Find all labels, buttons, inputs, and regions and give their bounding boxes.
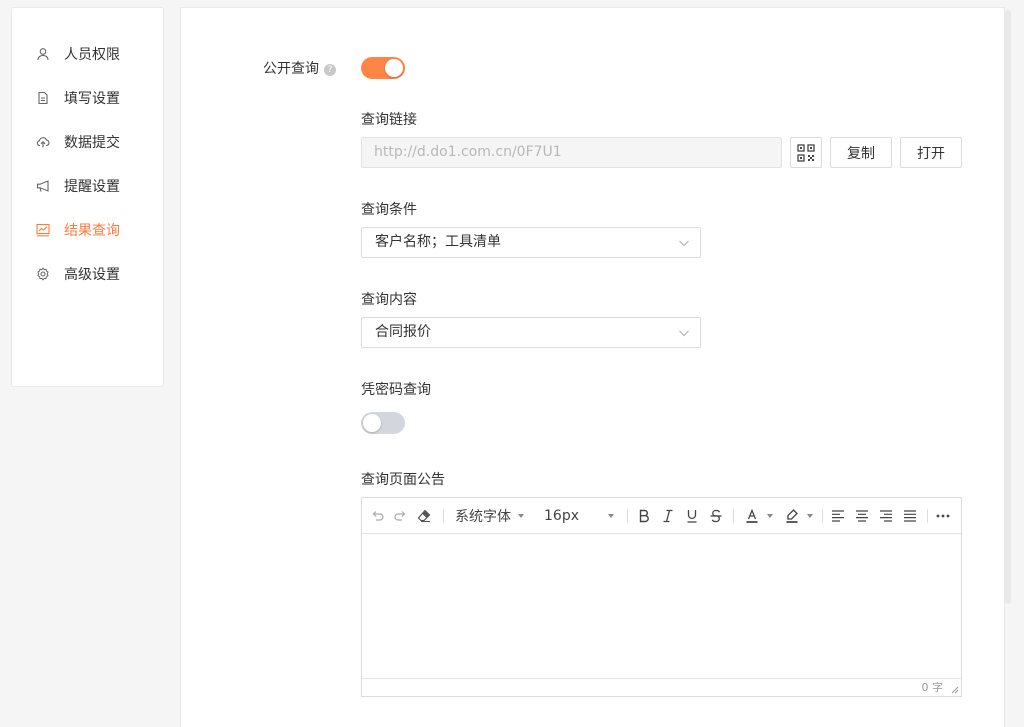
sidebar-item-advanced[interactable]: 高级设置	[36, 262, 120, 286]
highlighter-icon	[786, 509, 798, 523]
char-count: 0 字	[921, 681, 944, 694]
query-conditions-label: 查询条件	[361, 202, 417, 218]
sidebar-item-data-submit[interactable]: 数据提交	[36, 130, 120, 154]
qr-code-icon	[797, 143, 815, 162]
sidebar-item-label: 高级设置	[64, 267, 120, 283]
align-right-button[interactable]	[878, 507, 894, 525]
password-query-toggle[interactable]	[361, 412, 405, 434]
toolbar-divider	[733, 509, 734, 523]
underline-button[interactable]	[684, 507, 700, 525]
align-center-button[interactable]	[854, 507, 870, 525]
public-query-label-text: 公开查询	[263, 61, 319, 77]
public-query-toggle[interactable]	[361, 57, 405, 79]
toolbar-divider	[927, 509, 928, 523]
toolbar-divider	[627, 509, 628, 523]
chart-monitor-icon	[36, 223, 50, 237]
sidebar-item-label: 结果查询	[64, 223, 120, 239]
strikethrough-button[interactable]	[708, 507, 724, 525]
font-color-icon	[746, 508, 757, 523]
sidebar-item-label: 人员权限	[64, 47, 120, 63]
chevron-down-icon	[679, 240, 689, 247]
help-icon[interactable]: ?	[324, 64, 336, 76]
toggle-knob	[385, 59, 403, 77]
align-justify-icon	[904, 510, 916, 522]
font-family-select[interactable]: 系统字体	[455, 507, 524, 525]
align-left-icon	[832, 510, 844, 522]
user-icon	[36, 47, 50, 61]
font-size-select[interactable]: 16px	[544, 507, 614, 525]
sidebar-item-permissions[interactable]: 人员权限	[36, 42, 120, 66]
align-left-button[interactable]	[830, 507, 846, 525]
sidebar-item-result-query[interactable]: 结果查询	[36, 218, 120, 242]
caret-down-icon	[518, 514, 524, 518]
settings-sidebar: 人员权限 填写设置 数据提交 提醒设置 结果查询 高级设置	[11, 7, 164, 387]
highlight-color-button[interactable]	[782, 507, 814, 525]
font-family-value: 系统字体	[455, 509, 511, 525]
editor-toolbar: 系统字体 16px	[362, 498, 961, 534]
redo-button[interactable]	[392, 507, 408, 525]
announcement-label: 查询页面公告	[361, 472, 445, 488]
sidebar-item-label: 填写设置	[64, 91, 120, 107]
scrollbar-thumb[interactable]	[1005, 10, 1011, 604]
query-content-label: 查询内容	[361, 292, 417, 308]
query-link-field[interactable]: http://d.do1.com.cn/0F7U1	[361, 137, 782, 168]
copy-button[interactable]: 复制	[830, 137, 892, 168]
editor-content-area[interactable]	[362, 535, 961, 678]
qr-code-button[interactable]	[790, 137, 822, 168]
sidebar-item-label: 数据提交	[64, 135, 120, 151]
justify-button[interactable]	[902, 507, 918, 525]
eraser-icon	[417, 509, 431, 523]
bold-button[interactable]	[636, 507, 652, 525]
undo-button[interactable]	[370, 507, 386, 525]
resize-handle-icon[interactable]	[951, 686, 959, 694]
align-right-icon	[880, 510, 892, 522]
toolbar-divider	[443, 509, 444, 523]
password-query-label: 凭密码查询	[361, 382, 431, 398]
sidebar-item-reminders[interactable]: 提醒设置	[36, 174, 120, 198]
public-query-label: 公开查询?	[263, 58, 336, 78]
editor-footer: 0 字	[362, 678, 961, 696]
query-conditions-value: 客户名称；工具清单	[375, 234, 501, 250]
gear-icon	[36, 267, 50, 281]
document-icon	[36, 91, 50, 105]
toolbar-divider	[822, 509, 823, 523]
clear-format-button[interactable]	[416, 507, 432, 525]
megaphone-icon	[36, 179, 50, 193]
query-content-select[interactable]: 合同报价	[361, 317, 701, 348]
font-color-button[interactable]	[742, 507, 774, 525]
sidebar-item-fill-settings[interactable]: 填写设置	[36, 86, 120, 110]
open-button[interactable]: 打开	[900, 137, 962, 168]
italic-icon	[663, 509, 673, 523]
caret-down-icon	[766, 514, 773, 518]
more-button[interactable]	[935, 507, 951, 525]
font-size-value: 16px	[544, 508, 579, 524]
redo-icon	[394, 511, 406, 521]
italic-button[interactable]	[660, 507, 676, 525]
underline-icon	[687, 510, 697, 523]
announcement-editor: 系统字体 16px 0 字	[361, 497, 962, 697]
cloud-upload-icon	[36, 135, 50, 149]
toggle-knob	[363, 414, 381, 432]
caret-down-icon	[608, 514, 614, 518]
undo-icon	[372, 511, 384, 521]
more-icon	[936, 514, 950, 518]
strikethrough-icon	[710, 509, 722, 523]
bold-icon	[639, 509, 649, 523]
query-content-value: 合同报价	[375, 324, 431, 340]
caret-down-icon	[806, 514, 813, 518]
chevron-down-icon	[679, 330, 689, 337]
query-conditions-select[interactable]: 客户名称；工具清单	[361, 227, 701, 258]
sidebar-item-label: 提醒设置	[64, 179, 120, 195]
align-center-icon	[856, 510, 868, 522]
query-link-label: 查询链接	[361, 112, 417, 128]
